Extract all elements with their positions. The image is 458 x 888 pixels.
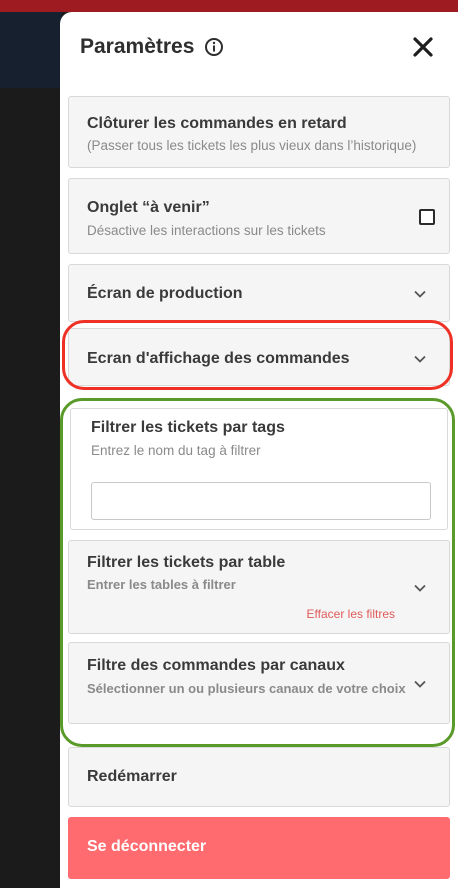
panel-title: Paramètres: [80, 35, 195, 58]
logout-button[interactable]: Se déconnecter: [68, 817, 450, 879]
close-late-orders-subtitle: (Passer tous les tickets les plus vieux …: [87, 138, 417, 153]
chevron-down-icon: [413, 287, 427, 301]
chevron-down-icon: [413, 677, 427, 691]
upcoming-tab-setting: Onglet “à venir” Désactive les interacti…: [68, 178, 450, 254]
production-screen-title: Écran de production: [87, 285, 243, 302]
filter-channels-title: Filtre des commandes par canaux: [87, 657, 345, 674]
close-icon[interactable]: [412, 36, 434, 58]
settings-panel: Paramètres Clôturer les commandes en ret…: [60, 12, 458, 888]
chevron-down-icon: [413, 581, 427, 595]
production-screen-accordion[interactable]: Écran de production: [68, 264, 450, 322]
close-late-orders-button[interactable]: Clôturer les commandes en retard (Passer…: [68, 96, 450, 168]
filter-channels-subtitle: Sélectionner un ou plusieurs canaux de v…: [87, 681, 406, 696]
upcoming-tab-subtitle: Désactive les interactions sur les ticke…: [87, 223, 326, 238]
upcoming-tab-checkbox[interactable]: [419, 209, 435, 225]
restart-label: Redémarrer: [87, 768, 177, 785]
order-display-screen-title: Ecran d'affichage des commandes: [87, 350, 350, 367]
upcoming-tab-title: Onglet “à venir”: [87, 199, 210, 216]
order-display-screen-accordion[interactable]: Ecran d'affichage des commandes: [68, 328, 450, 386]
logout-label: Se déconnecter: [87, 838, 207, 855]
background-region: [0, 12, 62, 88]
filter-table-accordion[interactable]: Filtrer les tickets par table Entrer les…: [68, 540, 450, 634]
panel-header: Paramètres: [80, 32, 224, 62]
chevron-down-icon: [413, 352, 427, 366]
close-late-orders-title: Clôturer les commandes en retard: [87, 115, 347, 132]
clear-filters-link[interactable]: Effacer les filtres: [307, 607, 395, 621]
info-circle-icon[interactable]: [204, 37, 224, 57]
restart-button[interactable]: Redémarrer: [68, 747, 450, 807]
filter-channels-accordion[interactable]: Filtre des commandes par canaux Sélectio…: [68, 642, 450, 724]
filter-tags-section: Filtrer les tickets par tags Entrez le n…: [70, 408, 448, 530]
filter-table-subtitle: Entrer les tables à filtrer: [87, 577, 236, 592]
filter-tags-title: Filtrer les tickets par tags: [91, 419, 285, 436]
top-bar: [0, 0, 458, 12]
filter-tags-subtitle: Entrez le nom du tag à filtrer: [91, 443, 261, 458]
tag-filter-input[interactable]: [91, 482, 431, 520]
filter-table-title: Filtrer les tickets par table: [87, 554, 286, 571]
